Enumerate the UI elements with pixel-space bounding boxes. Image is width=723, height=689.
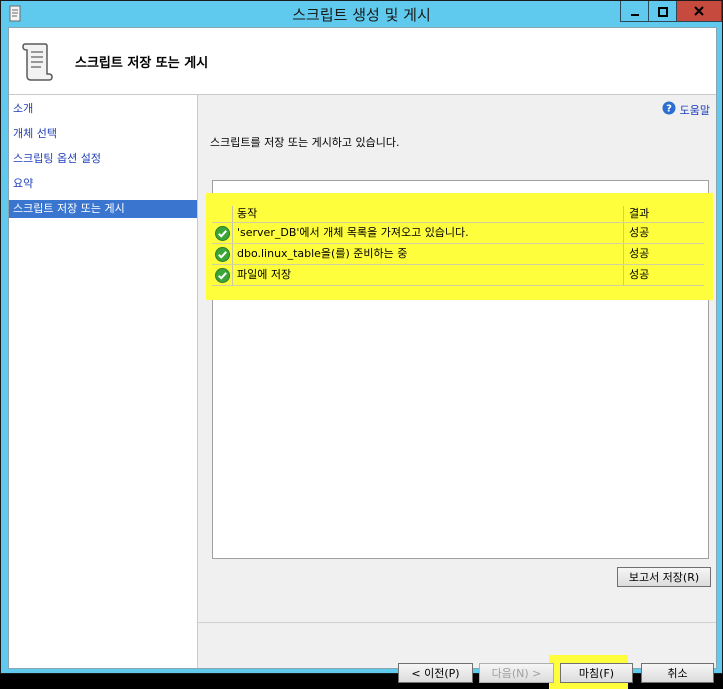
cancel-button[interactable]: 취소 [641,663,714,683]
table-row[interactable]: 파일에 저장 성공 [212,265,704,286]
page-title: 스크립트 저장 또는 게시 [75,56,209,71]
help-icon: ? [662,101,676,118]
row-action: 파일에 저장 [233,265,624,285]
row-action: dbo.linux_table을(를) 준비하는 중 [233,244,624,264]
results-table: 동작 결과 'server_DB'에서 개체 목록을 가져오고 있습니다. 성공 [212,206,704,286]
success-check-icon [215,226,230,245]
row-result: 성공 [629,268,650,281]
success-check-icon [215,247,230,266]
status-text: 스크립트를 저장 또는 게시하고 있습니다. [210,136,400,149]
sidebar-item-scripting-options[interactable]: 스크립팅 옵션 설정 [9,150,197,168]
table-row[interactable]: dbo.linux_table을(를) 준비하는 중 성공 [212,244,704,265]
success-check-icon [215,268,230,287]
maximize-icon [657,2,668,21]
sidebar-item-choose-objects[interactable]: 개체 선택 [9,125,197,143]
table-row[interactable]: 'server_DB'에서 개체 목록을 가져오고 있습니다. 성공 [212,223,704,244]
table-header-row: 동작 결과 [212,206,704,223]
save-report-button[interactable]: 보고서 저장(R) [617,567,711,587]
header-icon-cell [212,206,233,222]
dialog-window: 스크립트 생성 및 게시 스크립트 저장 또는 게시 소개 개체 선택 스크립팅… [0,0,723,689]
column-header-action[interactable]: 동작 [233,206,624,222]
sidebar-item-summary[interactable]: 요약 [9,175,197,193]
title-bar[interactable]: 스크립트 생성 및 게시 [1,1,722,27]
svg-text:?: ? [666,104,672,115]
row-result: 성공 [629,226,650,239]
sidebar-item-intro[interactable]: 소개 [9,100,197,118]
minimize-button[interactable] [620,1,649,22]
finish-button[interactable]: 마침(F) [560,663,633,683]
column-header-result[interactable]: 결과 [625,206,704,222]
help-label: 도움말 [679,103,710,117]
help-link[interactable]: ? 도움말 [662,101,710,118]
script-scroll-icon [19,40,55,86]
row-result: 성공 [629,247,650,260]
close-icon [693,2,705,21]
previous-button[interactable]: < 이전(P) [398,663,473,683]
wizard-content: ? 도움말 스크립트를 저장 또는 게시하고 있습니다. 동작 결과 'serv… [198,95,716,689]
close-button[interactable] [676,1,722,22]
sidebar-item-save-or-publish[interactable]: 스크립트 저장 또는 게시 [9,200,197,218]
minimize-icon [630,2,640,21]
row-action: 'server_DB'에서 개체 목록을 가져오고 있습니다. [233,223,624,243]
footer-divider [198,622,716,623]
window-title: 스크립트 생성 및 게시 [292,6,431,24]
dialog-client-area: 스크립트 저장 또는 게시 소개 개체 선택 스크립팅 옵션 설정 요약 스크립… [8,27,717,689]
maximize-button[interactable] [648,1,677,22]
next-button[interactable]: 다음(N) > [479,663,554,683]
wizard-sidebar: 소개 개체 선택 스크립팅 옵션 설정 요약 스크립트 저장 또는 게시 [9,95,198,668]
page-header: 스크립트 저장 또는 게시 [9,28,716,95]
